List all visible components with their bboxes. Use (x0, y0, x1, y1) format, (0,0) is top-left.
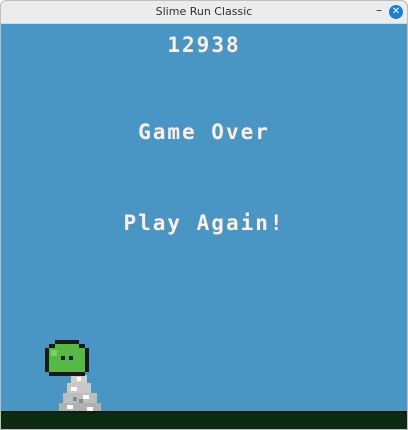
minimize-icon[interactable]: – (372, 4, 386, 19)
app-window: Slime Run Classic – ✕ 12938 Game Over Pl… (0, 0, 408, 430)
game-over-text: Game Over (138, 120, 270, 144)
ground (1, 411, 407, 429)
score-display: 12938 (167, 33, 241, 57)
title-bar: Slime Run Classic – ✕ (1, 1, 407, 24)
close-icon[interactable]: ✕ (389, 5, 403, 19)
slime-player-icon (45, 340, 89, 376)
window-title: Slime Run Classic (155, 5, 253, 18)
play-again-button[interactable]: Play Again! (1, 211, 407, 235)
